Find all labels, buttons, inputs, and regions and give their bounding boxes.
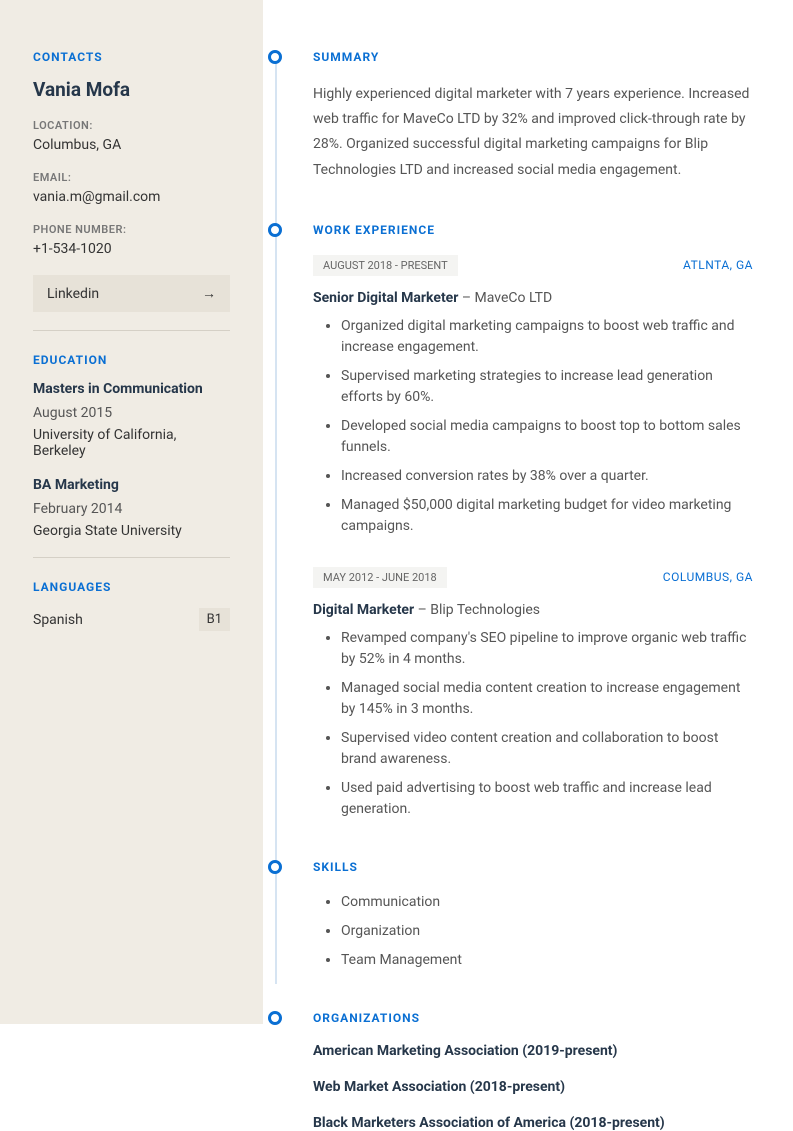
job-sep: – xyxy=(462,290,475,306)
job-title-row: Digital Marketer – Blip Technologies xyxy=(313,602,753,618)
job-bullet: Supervised marketing strategies to incre… xyxy=(341,366,753,408)
email-value: vania.m@gmail.com xyxy=(33,189,230,205)
job-bullets: Organized digital marketing campaigns to… xyxy=(313,316,753,537)
arrow-right-icon: → xyxy=(202,285,216,302)
education-school: University of California, Berkeley xyxy=(33,427,230,459)
email-label: EMAIL: xyxy=(33,171,230,184)
work-experience-section: WORK EXPERIENCE AUGUST 2018 - PRESENT AT… xyxy=(313,223,753,820)
language-name: Spanish xyxy=(33,612,83,628)
divider xyxy=(33,557,230,558)
job-bullet: Managed $50,000 digital marketing budget… xyxy=(341,495,753,537)
job-bullet: Managed social media content creation to… xyxy=(341,678,753,720)
job-item: AUGUST 2018 - PRESENT ATLNTA, GA Senior … xyxy=(313,255,753,537)
job-company: MaveCo LTD xyxy=(475,290,553,306)
summary-section: SUMMARY Highly experienced digital marke… xyxy=(313,50,753,183)
job-bullet: Organized digital marketing campaigns to… xyxy=(341,316,753,358)
location-value: Columbus, GA xyxy=(33,137,230,153)
job-location: ATLNTA, GA xyxy=(683,258,753,272)
skill-item: Organization xyxy=(341,921,753,942)
linkedin-label: Linkedin xyxy=(47,286,99,302)
skills-list: Communication Organization Team Manageme… xyxy=(313,892,753,971)
job-dates: AUGUST 2018 - PRESENT xyxy=(313,255,458,276)
job-location: COLUMBUS, GA xyxy=(663,570,753,584)
main-content: SUMMARY Highly experienced digital marke… xyxy=(263,0,793,1024)
summary-text: Highly experienced digital marketer with… xyxy=(313,82,753,183)
divider xyxy=(33,330,230,331)
job-bullet: Revamped company's SEO pipeline to impro… xyxy=(341,628,753,670)
education-item: Masters in Communication August 2015 Uni… xyxy=(33,381,230,459)
education-item: BA Marketing February 2014 Georgia State… xyxy=(33,477,230,539)
job-bullets: Revamped company's SEO pipeline to impro… xyxy=(313,628,753,820)
skill-item: Team Management xyxy=(341,950,753,971)
section-marker-icon xyxy=(268,860,282,874)
skill-item: Communication xyxy=(341,892,753,913)
job-title-row: Senior Digital Marketer – MaveCo LTD xyxy=(313,290,753,306)
contacts-heading: CONTACTS xyxy=(33,50,230,64)
work-heading: WORK EXPERIENCE xyxy=(313,223,753,237)
section-marker-icon xyxy=(268,50,282,64)
organization-item: Black Marketers Association of America (… xyxy=(313,1115,753,1131)
education-heading: EDUCATION xyxy=(33,353,230,367)
organizations-heading: ORGANIZATIONS xyxy=(313,1011,753,1025)
timeline-line xyxy=(275,50,277,984)
job-bullet: Used paid advertising to boost web traff… xyxy=(341,778,753,820)
organizations-section: ORGANIZATIONS American Marketing Associa… xyxy=(313,1011,753,1131)
organization-item: American Marketing Association (2019-pre… xyxy=(313,1043,753,1059)
job-bullet: Developed social media campaigns to boos… xyxy=(341,416,753,458)
phone-value: +1-534-1020 xyxy=(33,241,230,257)
education-date: February 2014 xyxy=(33,501,230,517)
job-item: MAY 2012 - JUNE 2018 COLUMBUS, GA Digita… xyxy=(313,567,753,820)
education-date: August 2015 xyxy=(33,405,230,421)
job-title: Senior Digital Marketer xyxy=(313,290,462,306)
job-meta: MAY 2012 - JUNE 2018 COLUMBUS, GA xyxy=(313,567,753,588)
sidebar: CONTACTS Vania Mofa LOCATION: Columbus, … xyxy=(0,0,263,1024)
job-meta: AUGUST 2018 - PRESENT ATLNTA, GA xyxy=(313,255,753,276)
section-marker-icon xyxy=(268,223,282,237)
job-bullet: Supervised video content creation and co… xyxy=(341,728,753,770)
linkedin-button[interactable]: Linkedin → xyxy=(33,275,230,312)
location-label: LOCATION: xyxy=(33,119,230,132)
skills-heading: SKILLS xyxy=(313,860,753,874)
education-title: Masters in Communication xyxy=(33,381,230,397)
person-name: Vania Mofa xyxy=(33,78,230,101)
language-row: Spanish B1 xyxy=(33,608,230,631)
job-company: Blip Technologies xyxy=(430,602,540,618)
organization-item: Web Market Association (2018-present) xyxy=(313,1079,753,1095)
languages-heading: LANGUAGES xyxy=(33,580,230,594)
education-title: BA Marketing xyxy=(33,477,230,493)
education-school: Georgia State University xyxy=(33,523,230,539)
job-title: Digital Marketer xyxy=(313,602,414,618)
skills-section: SKILLS Communication Organization Team M… xyxy=(313,860,753,971)
section-marker-icon xyxy=(268,1011,282,1025)
phone-label: PHONE NUMBER: xyxy=(33,223,230,236)
job-bullet: Increased conversion rates by 38% over a… xyxy=(341,466,753,487)
job-sep: – xyxy=(414,602,430,618)
summary-heading: SUMMARY xyxy=(313,50,753,64)
job-dates: MAY 2012 - JUNE 2018 xyxy=(313,567,447,588)
language-level-badge: B1 xyxy=(199,608,230,631)
